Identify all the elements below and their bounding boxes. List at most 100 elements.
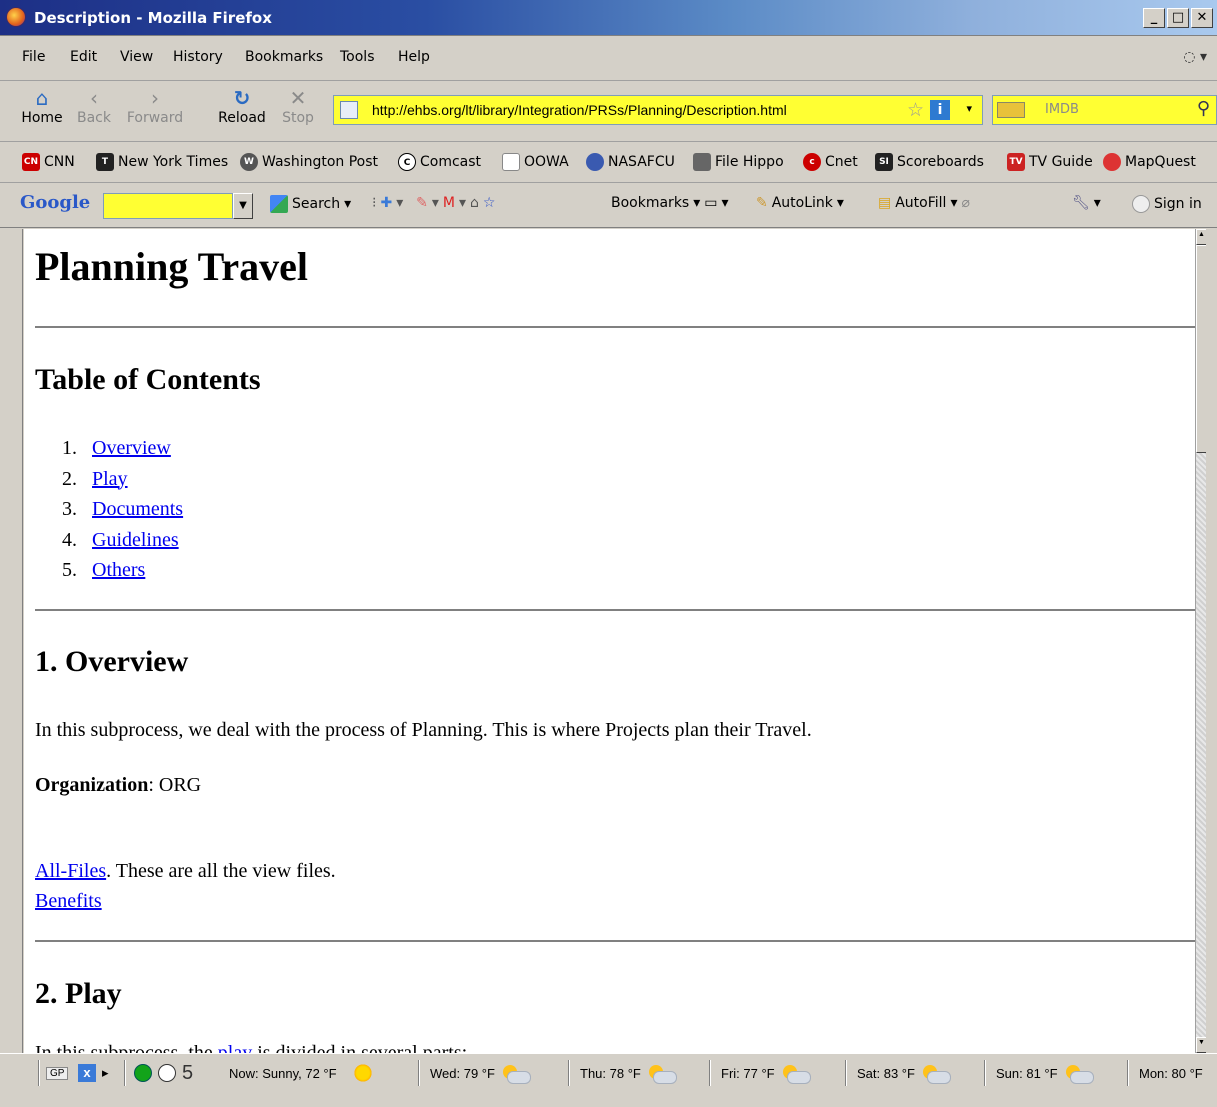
bookmark-star-icon[interactable]: ☆ (907, 99, 924, 121)
status-separator (568, 1060, 570, 1086)
eraser-icon: ⌀ (961, 195, 970, 211)
toc-item: 1. Overview (62, 433, 183, 464)
bookmark-oowa[interactable]: OOWA (502, 153, 569, 171)
home-button[interactable]: ⌂ Home (20, 86, 64, 126)
comcast-icon: C (398, 153, 416, 171)
all-files-text: . These are all the view files. (106, 860, 336, 882)
google-search-button[interactable]: Search ▾ (270, 195, 351, 213)
page-icon (502, 153, 520, 171)
forecast-label: Sat: 83 °F (857, 1065, 915, 1081)
back-button[interactable]: ‹ Back (74, 86, 114, 126)
toc-link-documents[interactable]: Documents (92, 494, 183, 525)
forecast-thu[interactable]: Thu: 78 °F (580, 1062, 677, 1084)
url-dropdown-icon[interactable]: ▾ (966, 102, 972, 115)
close-button[interactable]: ✕ (1191, 8, 1213, 28)
autolink-button[interactable]: ✎ AutoLink ▾ (756, 195, 844, 211)
benefits-line: Benefits (35, 890, 102, 913)
x-button[interactable]: x ▸ (78, 1062, 109, 1084)
bookmark-cnn[interactable]: CN CNN (22, 153, 75, 171)
forecast-wed[interactable]: Wed: 79 °F (430, 1062, 531, 1084)
search-engine-icon[interactable] (997, 102, 1025, 118)
bookmark-mapquest[interactable]: MapQuest (1103, 153, 1196, 171)
sign-in-label: Sign in (1154, 196, 1202, 212)
play-text-post: is divided in several parts: (252, 1042, 468, 1053)
bookmark-label: Comcast (420, 154, 482, 170)
back-arrow-icon: ‹ (90, 86, 98, 110)
bookmark-nyt[interactable]: T New York Times (96, 153, 228, 171)
bookmark-label: Cnet (825, 154, 858, 170)
forecast-mon[interactable]: Mon: 80 °F (1139, 1062, 1203, 1084)
scroll-up-icon[interactable]: ▲ (1196, 229, 1206, 245)
toc-item: 3. Documents (62, 494, 183, 525)
forecast-fri[interactable]: Fri: 77 °F (721, 1062, 811, 1084)
organization-label: Organization (35, 774, 149, 796)
blank-rectangle-icon: ▭ (704, 195, 718, 211)
menu-file[interactable]: File (22, 49, 45, 65)
google-bookmarks-button[interactable]: Bookmarks ▾ ▭ ▾ (611, 195, 729, 211)
minimize-button[interactable]: _ (1143, 8, 1165, 28)
google-search-input[interactable] (103, 193, 233, 219)
forward-button[interactable]: › Forward (124, 86, 186, 126)
url-bar[interactable]: http://ehbs.org/lt/library/Integration/P… (333, 95, 983, 125)
bookmark-comcast[interactable]: C Comcast (398, 153, 481, 171)
toc-link-others[interactable]: Others (92, 555, 145, 586)
bookmark-scoreboards[interactable]: SI Scoreboards (875, 153, 984, 171)
bookmark-file-hippo[interactable]: File Hippo (693, 153, 784, 171)
bookmark-label: CNN (44, 154, 75, 170)
settings-wrench-button[interactable]: 🔧︎ ▾ (1072, 195, 1101, 211)
play-link[interactable]: play (218, 1042, 252, 1053)
forecast-sun[interactable]: Sun: 81 °F (996, 1062, 1094, 1084)
url-text[interactable]: http://ehbs.org/lt/library/Integration/P… (372, 102, 787, 118)
google-tool-icons[interactable]: ⁝ ✚ ▾ ✎ ▾ M ▾ ⌂ ☆ (372, 195, 495, 211)
bookmarks-star-icon: ☆ (482, 195, 496, 211)
partly-cloudy-icon (647, 1063, 677, 1084)
bookmark-tv-guide[interactable]: TV TV Guide (1007, 153, 1093, 171)
stop-button[interactable]: ✕ Stop (280, 86, 316, 126)
bookmark-label: Scoreboards (897, 154, 984, 170)
search-box[interactable]: IMDB ⚲ (992, 95, 1217, 125)
autofill-label: AutoFill (895, 195, 947, 211)
forecast-label: Fri: 77 °F (721, 1065, 775, 1081)
forecast-sat[interactable]: Sat: 83 °F (857, 1062, 951, 1084)
toc-heading: Table of Contents (35, 363, 261, 396)
activity-throbber-icon: ◌ ▾ (1183, 49, 1207, 65)
play-heading: 2. Play (35, 977, 122, 1010)
bookmark-label: NASAFCU (608, 154, 675, 170)
reload-button[interactable]: ↻ Reload (216, 86, 268, 126)
autofill-icon: ▤ (878, 195, 892, 211)
bookmark-nasafcu[interactable]: NASAFCU (586, 153, 675, 171)
scrollbar-thumb[interactable] (1196, 245, 1206, 453)
partly-cloudy-icon (1064, 1063, 1094, 1084)
site-info-icon[interactable]: i (930, 100, 950, 120)
gp-button[interactable]: GP (46, 1062, 69, 1084)
sign-in-button[interactable]: Sign in (1132, 195, 1202, 213)
vertical-scrollbar[interactable]: ▲ ▼ (1195, 229, 1206, 1053)
menu-help[interactable]: Help (398, 49, 430, 65)
menu-edit[interactable]: Edit (70, 49, 97, 65)
google-search-dropdown[interactable]: ▼ (233, 193, 253, 219)
autofill-button[interactable]: ▤ AutoFill ▾ ⌀ (878, 195, 970, 211)
bookmark-washington-post[interactable]: W Washington Post (240, 153, 378, 171)
weather-now[interactable]: Now: Sunny, 72 °F (229, 1062, 373, 1084)
menu-bookmarks[interactable]: Bookmarks (245, 49, 323, 65)
scoreboards-icon: SI (875, 153, 893, 171)
search-icon[interactable]: ⚲ (1197, 98, 1210, 119)
benefits-link[interactable]: Benefits (35, 890, 102, 912)
reload-label: Reload (218, 110, 266, 126)
bookmark-cnet[interactable]: c Cnet (803, 153, 858, 171)
scroll-down-icon[interactable]: ▼ (1196, 1037, 1206, 1053)
maximize-button[interactable]: □ (1167, 8, 1189, 28)
overview-text: In this subprocess, we deal with the pro… (35, 719, 812, 741)
autolink-label: AutoLink (771, 195, 833, 211)
toc-link-play[interactable]: Play (92, 464, 128, 495)
organization-line: Organization: ORG (35, 774, 201, 797)
toc-link-guidelines[interactable]: Guidelines (92, 525, 179, 556)
page-favicon-icon (340, 101, 358, 119)
weather-now-label: Now: Sunny, 72 °F (229, 1065, 337, 1081)
menu-view[interactable]: View (120, 49, 153, 65)
all-files-link[interactable]: All-Files (35, 860, 106, 882)
menu-history[interactable]: History (173, 49, 223, 65)
sidebar-border: ▸ ▸ (10, 229, 29, 1053)
toc-link-overview[interactable]: Overview (92, 433, 171, 464)
menu-tools[interactable]: Tools (340, 49, 375, 65)
